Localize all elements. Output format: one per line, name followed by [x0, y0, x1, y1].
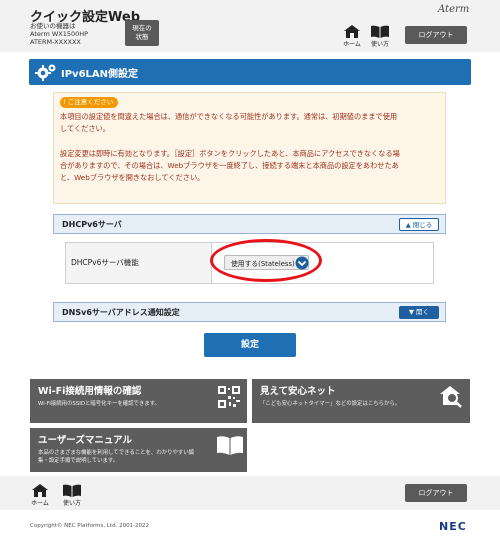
qr-code-icon — [218, 386, 240, 408]
caution-line-4: 合がありますので、その場合は、Webブラウザを一度終了し、接続する端末と本商品の… — [60, 161, 399, 170]
warning-icon: ! — [63, 98, 66, 106]
current-status-button[interactable]: 現在の 状態 — [125, 20, 159, 46]
caution-line-2: してください。 — [60, 124, 110, 133]
dnsv6-section-header: DNSv6サーバアドレス通知設定 ▼ 開く — [53, 302, 446, 322]
home-label: ホーム — [343, 41, 361, 48]
highlight-ellipse — [210, 239, 322, 282]
page-title-bar: IPv6LAN側設定 — [29, 59, 471, 85]
device-model: Aterm WX1500HP — [30, 30, 89, 38]
chevron-down-icon: ▼ — [408, 308, 414, 316]
footer-home-label: ホーム — [31, 500, 49, 507]
footer-nav: ホーム 使い方 ログアウト — [0, 476, 500, 510]
logout-button[interactable]: ログアウト — [405, 26, 467, 44]
footer-home-nav[interactable]: ホーム — [29, 484, 51, 507]
footer-logout-button[interactable]: ログアウト — [405, 484, 467, 502]
manual-nav[interactable]: 使い方 — [369, 25, 391, 48]
device-name: ATERM-XXXXXX — [30, 38, 81, 46]
expand-label: 開く — [416, 308, 430, 316]
page-title: IPv6LAN側設定 — [61, 69, 139, 80]
device-label: お使いの機器は — [30, 22, 76, 30]
book-icon — [371, 25, 389, 38]
home-icon — [32, 484, 48, 497]
caution-badge: ! ご注意ください — [60, 97, 119, 108]
wifi-info-card[interactable]: Wi-Fi接続用情報の確認 Wi-Fi接続用のSSIDと暗号化キーを確認できます… — [30, 379, 247, 423]
current-status-label-2: 状態 — [135, 33, 149, 41]
wifi-card-title: Wi-Fi接続用情報の確認 — [38, 386, 142, 397]
manual-label: 使い方 — [370, 41, 389, 48]
mieteanshin-card[interactable]: 見えて安心ネット 「こども安心ネットタイマー」などの設定はこちらから。 — [252, 379, 470, 423]
footer-manual-nav[interactable]: 使い方 — [61, 484, 83, 507]
book-icon — [217, 436, 243, 455]
caution-box: ! ご注意ください 本項目の設定値を間違えた場合は、通信ができなくなる可能性があ… — [53, 92, 446, 204]
book-icon — [63, 484, 81, 497]
home-icon — [344, 25, 360, 38]
dhcpv6-collapse-button[interactable]: ▲ 閉じる — [399, 218, 439, 231]
collapse-label: 閉じる — [412, 221, 433, 229]
dnsv6-expand-button[interactable]: ▼ 開く — [399, 306, 439, 319]
house-search-icon — [440, 386, 462, 408]
gear-icon — [35, 64, 56, 81]
home-nav[interactable]: ホーム — [341, 25, 363, 48]
caution-line-3: 設定変更は即時に有効となります。［設定］ボタンをクリックしたあと、本商品にアクセ… — [60, 149, 400, 158]
caution-line-5: と、Webブラウザを開きなおしてください。 — [60, 173, 205, 182]
dnsv6-section-title: DNSv6サーバアドレス通知設定 — [62, 308, 180, 317]
apply-button[interactable]: 設定 — [204, 333, 296, 357]
caution-line-1: 本項目の設定値を間違えた場合は、通信ができなくなる可能性があります。通常は、初期… — [60, 112, 398, 121]
header: クイック設定Web お使いの機器は Aterm WX1500HP ATERM-X… — [0, 0, 500, 52]
copyright: Copyright© NEC Platforms, Ltd. 2001-2022 — [30, 523, 150, 529]
safety-card-title: 見えて安心ネット — [260, 386, 336, 397]
footer-manual-label: 使い方 — [62, 500, 81, 507]
nec-logo: NEC — [439, 520, 467, 533]
aterm-logo: Aterm — [438, 4, 470, 15]
dhcpv6-label-cell: DHCPv6サーバ機能 — [66, 243, 212, 283]
dhcpv6-section-title: DHCPv6サーバ — [62, 220, 122, 229]
dhcpv6-section-header: DHCPv6サーバ ▲ 閉じる — [53, 214, 446, 234]
current-status-label-1: 現在の — [132, 24, 152, 32]
safety-card-desc: 「こども安心ネットタイマー」などの設定はこちらから。 — [260, 401, 401, 407]
chevron-up-icon: ▲ — [405, 221, 411, 229]
dhcpv6-server-label: DHCPv6サーバ機能 — [71, 258, 139, 267]
users-manual-card[interactable]: ユーザーズマニュアル 本品のさまざまな機能を利用してできることを、わかりやすい編… — [30, 428, 247, 472]
manual-card-title: ユーザーズマニュアル — [38, 435, 133, 446]
caution-badge-label: ご注意ください — [67, 98, 114, 106]
manual-card-desc-2: 集・設定手順で説明しています。 — [38, 458, 119, 464]
manual-card-desc-1: 本品のさまざまな機能を利用してできることを、わかりやすい編 — [38, 450, 195, 456]
wifi-card-desc: Wi-Fi接続用のSSIDと暗号化キーを確認できます。 — [38, 401, 160, 407]
